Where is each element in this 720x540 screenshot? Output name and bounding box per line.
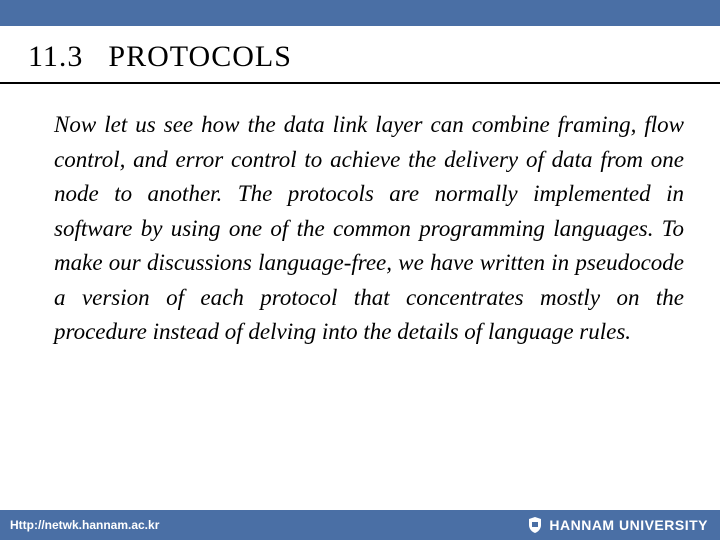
body-paragraph: Now let us see how the data link layer c… <box>54 108 684 350</box>
footer-institution-block: HANNAM UNIVERSITY <box>527 516 708 534</box>
slide-footer: Http://netwk.hannam.ac.kr HANNAM UNIVERS… <box>0 510 720 540</box>
footer-url: Http://netwk.hannam.ac.kr <box>10 518 159 532</box>
section-number: 11.3 <box>28 40 83 73</box>
slide-heading: 11.3 PROTOCOLS <box>0 26 720 84</box>
slide: 11.3 PROTOCOLS Now let us see how the da… <box>0 0 720 540</box>
top-accent-bar <box>0 0 720 26</box>
shield-logo-icon <box>527 516 543 534</box>
slide-body: Now let us see how the data link layer c… <box>0 84 720 510</box>
footer-institution: HANNAM UNIVERSITY <box>549 517 708 533</box>
section-title: PROTOCOLS <box>108 40 292 73</box>
